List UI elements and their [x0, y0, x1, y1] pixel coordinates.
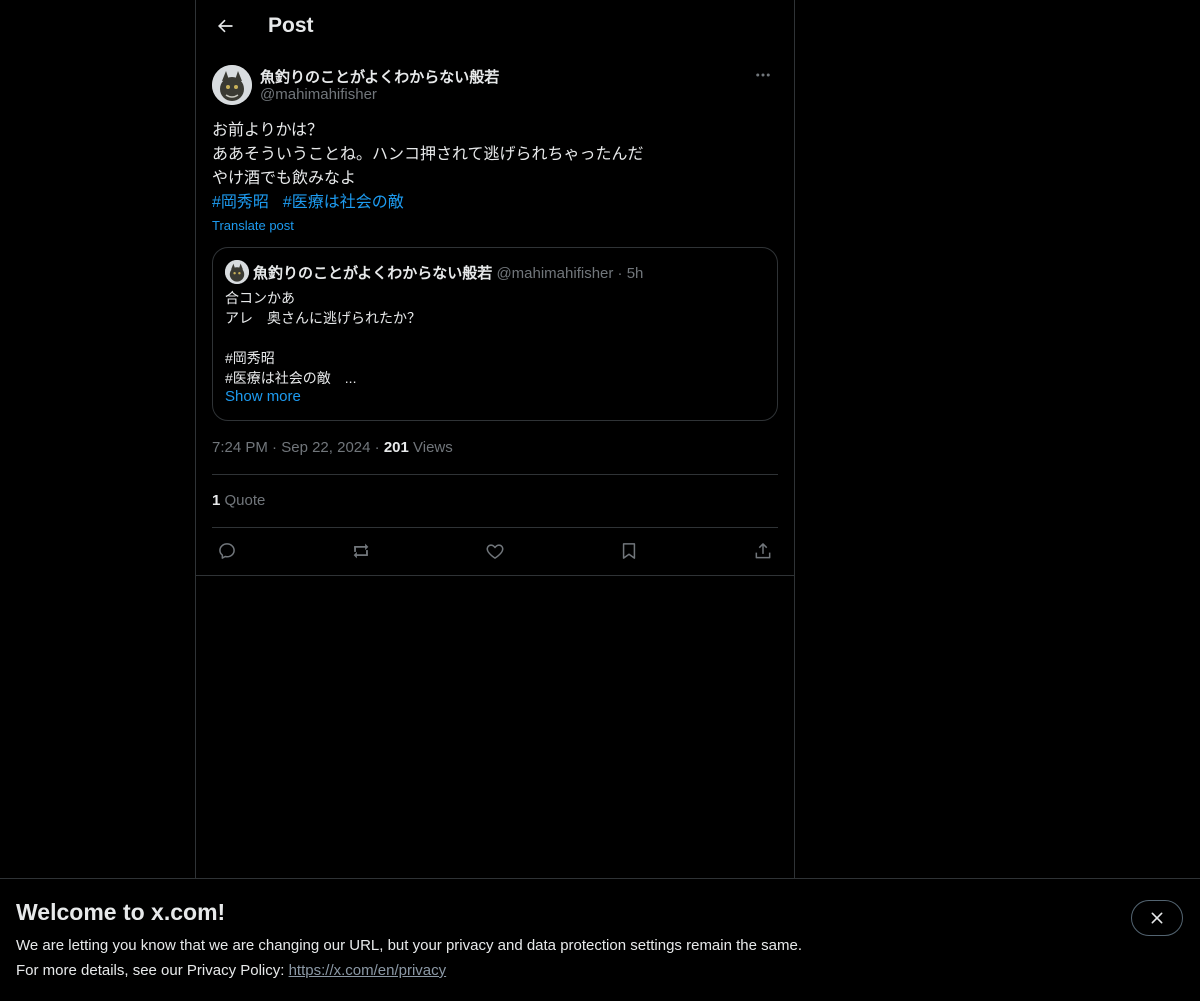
banner-message: We are letting you know that we are chan… — [16, 937, 802, 954]
quoted-text-line: #医療は社会の敵 ... — [225, 370, 357, 386]
quoted-post-time: 5h — [626, 265, 644, 282]
banner-details-text: For more details, see our Privacy Policy… — [16, 962, 289, 979]
banner-title: Welcome to x.com! — [16, 899, 226, 925]
close-banner-button[interactable] — [1131, 900, 1183, 936]
divider — [212, 474, 778, 475]
share-button[interactable] — [748, 536, 778, 566]
welcome-banner: Welcome to x.com! We are letting you kno… — [0, 878, 1200, 1001]
quote-count-link[interactable]: 1 Quote — [212, 492, 265, 509]
privacy-policy-link[interactable]: https://x.com/en/privacy — [289, 962, 447, 979]
quoted-text-line: アレ 奥さんに逃げられたか？ — [225, 310, 421, 326]
post-text: お前よりかは？ ああそういうことね。ハンコ押されて逃げられちゃったんだ やけ酒で… — [212, 119, 778, 191]
quote-count: 1 — [212, 492, 221, 509]
bookmark-button[interactable] — [614, 536, 644, 566]
hashtag-link[interactable]: #医療は社会の敵 — [283, 194, 404, 211]
quoted-text-line — [225, 328, 421, 348]
post-time[interactable]: 7:24 PM — [212, 439, 268, 456]
share-icon — [755, 543, 771, 559]
show-more-link[interactable]: Show more — [225, 388, 301, 405]
more-options-button[interactable] — [748, 64, 778, 86]
quoted-author-handle: @mahimahifisher — [496, 265, 614, 282]
author-handle[interactable]: @mahimahifisher — [260, 86, 377, 103]
views-label: Views — [413, 439, 453, 456]
arrow-left-icon — [218, 19, 233, 33]
avatar — [225, 260, 249, 284]
page-title: Post — [268, 14, 314, 37]
repost-button[interactable] — [346, 536, 376, 566]
divider — [212, 527, 778, 528]
separator-dot: · — [374, 439, 380, 456]
avatar[interactable] — [212, 65, 252, 105]
separator-dot: · — [272, 439, 278, 456]
post-author: 魚釣りのことがよくわからない般若 @mahimahifisher — [212, 64, 778, 106]
post-hashtags: #岡秀昭 #医療は社会の敵 — [212, 191, 418, 215]
heart-icon — [486, 544, 504, 559]
translate-post-link[interactable]: Translate post — [212, 218, 294, 233]
divider — [196, 575, 794, 576]
main-column: Post 魚釣りのことがよくわからない般若 @mahimahifisher お前… — [195, 0, 795, 1000]
post-text-line: やけ酒でも飲みなよ — [212, 170, 357, 187]
quoted-post-header: 魚釣りのことがよくわからない般若 @mahimahifisher · 5h — [253, 262, 643, 283]
avatar-image — [225, 260, 249, 284]
views-count: 201 — [383, 439, 409, 456]
quote-label: Quote — [224, 492, 266, 509]
post-actions — [212, 536, 778, 566]
avatar-image — [212, 65, 252, 105]
post-text-line: ああそういうことね。ハンコ押されて逃げられちゃったんだ — [212, 146, 644, 163]
reply-button[interactable] — [212, 536, 242, 566]
page-header: Post — [196, 0, 794, 53]
quoted-text-line: 合コンかあ — [225, 290, 295, 306]
close-icon — [1151, 912, 1163, 924]
quoted-post-card[interactable]: 魚釣りのことがよくわからない般若 @mahimahifisher · 5h 合コ… — [212, 247, 778, 421]
banner-details: For more details, see our Privacy Policy… — [16, 962, 446, 979]
hashtag-link[interactable]: #岡秀昭 — [212, 194, 269, 211]
separator-dot: · — [617, 265, 623, 282]
reply-icon — [219, 543, 235, 559]
post-text-line: お前よりかは？ — [212, 122, 324, 139]
quoted-text-line: #岡秀昭 — [225, 350, 275, 366]
post-date[interactable]: Sep 22, 2024 — [281, 439, 370, 456]
more-horizontal-icon — [756, 73, 770, 77]
quoted-post-text: 合コンかあ アレ 奥さんに逃げられたか？ #岡秀昭 #医療は社会の敵 ... — [225, 288, 421, 388]
quoted-author-name: 魚釣りのことがよくわからない般若 — [253, 265, 493, 282]
post-meta: 7:24 PM · Sep 22, 2024 · 201 Views — [212, 439, 453, 456]
like-button[interactable] — [480, 536, 510, 566]
bookmark-icon — [622, 543, 636, 559]
back-button[interactable] — [208, 9, 242, 43]
repost-icon — [353, 543, 369, 559]
author-name[interactable]: 魚釣りのことがよくわからない般若 — [260, 66, 499, 87]
